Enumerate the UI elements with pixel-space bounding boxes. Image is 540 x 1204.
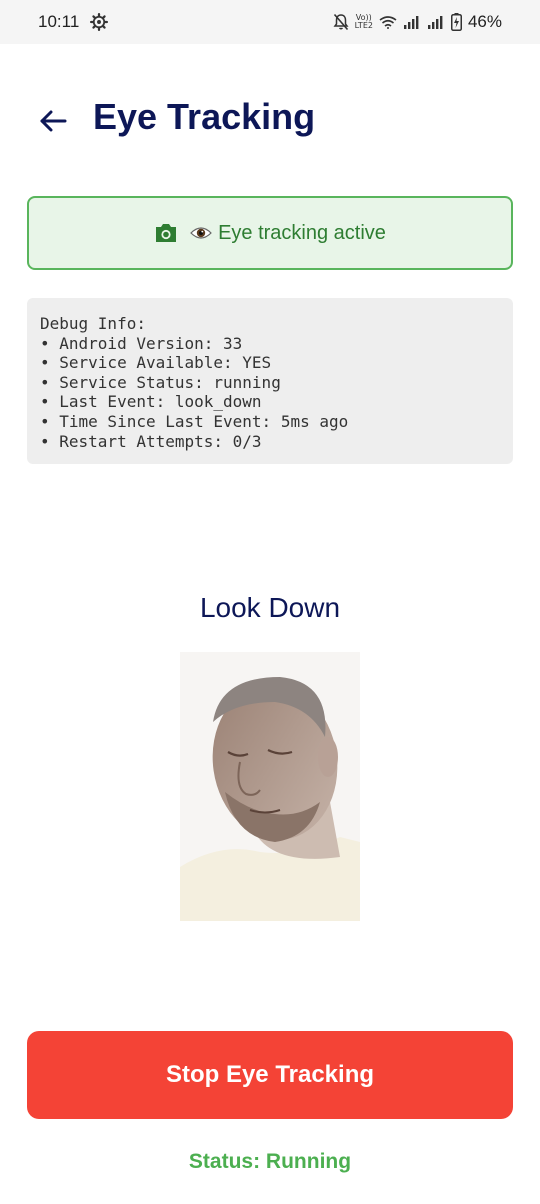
- debug-info-panel: Debug Info: • Android Version: 33 • Serv…: [27, 298, 513, 464]
- status-icons: Vo)) LTE2 46%: [333, 12, 502, 32]
- banner-message: Eye tracking active: [190, 222, 386, 245]
- debug-service-status: • Service Status: running: [40, 372, 281, 392]
- back-arrow-icon[interactable]: [38, 106, 68, 136]
- battery-percent: 46%: [467, 12, 502, 31]
- status-bar: 10:11 Vo)) LTE2 46%: [0, 0, 540, 44]
- settings-gear-icon: [90, 13, 108, 31]
- page-title: Eye Tracking: [93, 96, 316, 137]
- stop-eye-tracking-button[interactable]: Stop Eye Tracking: [27, 1031, 513, 1119]
- debug-android-version: • Android Version: 33: [40, 333, 243, 353]
- eye-icon: [190, 227, 212, 239]
- app-header: Eye Tracking: [0, 90, 540, 150]
- debug-restart-attempts: • Restart Attempts: 0/3: [40, 431, 262, 451]
- signal-sim1-icon: [403, 16, 419, 29]
- status-time: 10:11: [38, 12, 80, 31]
- debug-heading: Debug Info:: [40, 314, 146, 333]
- battery-charging-icon: [450, 13, 462, 31]
- banner-text: Eye tracking active: [218, 221, 386, 244]
- debug-last-event: • Last Event: look_down: [40, 392, 262, 412]
- face-preview-image: [180, 652, 360, 921]
- gaze-direction-label: Look Down: [199, 592, 341, 623]
- debug-service-available: • Service Available: YES: [40, 353, 272, 373]
- volte-indicator: Vo)) LTE2: [355, 14, 373, 30]
- face-illustration: [180, 652, 360, 921]
- running-status-text: Status: Running: [188, 1150, 352, 1173]
- wifi-icon: [379, 16, 397, 29]
- tracking-status-banner: Eye tracking active: [27, 196, 513, 270]
- volte-bottom: LTE2: [354, 21, 373, 30]
- camera-icon: [156, 224, 177, 242]
- debug-time-since-event: • Time Since Last Event: 5ms ago: [40, 411, 349, 431]
- signal-sim2-icon: [427, 16, 443, 29]
- bell-muted-icon: [333, 13, 349, 31]
